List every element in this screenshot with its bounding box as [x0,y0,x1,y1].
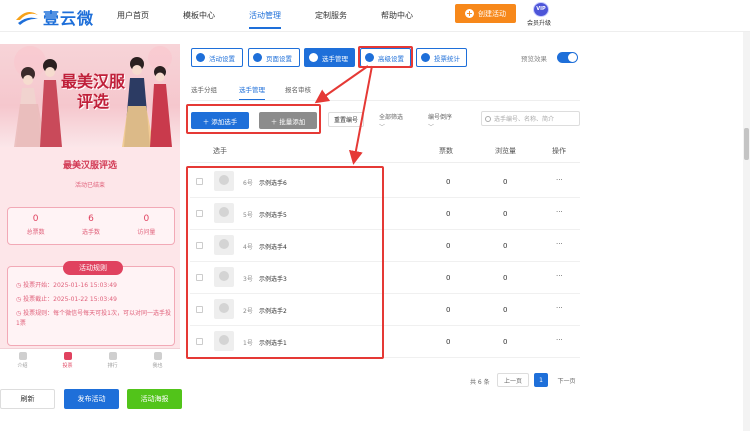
column-header-votes: 票数 [439,147,453,155]
top-navigation-bar: 壹云微 用户首页 模板中心 活动管理 定制服务 帮助中心 + 创建活动 VIP … [0,0,750,32]
more-actions-icon[interactable]: ··· [556,240,563,248]
users-icon [309,53,318,62]
tab-intro[interactable]: 介绍 [0,349,45,374]
tab-join[interactable]: 我也 [135,349,180,374]
join-icon [153,352,162,360]
stat-contestant-count: 6 选手数 [81,214,100,236]
page-settings-button[interactable]: 页面设置 [248,48,300,67]
activity-banner: 最美汉服评选 [0,44,180,147]
nav-template-center[interactable]: 模板中心 [183,10,215,21]
preview-tabbar: 介绍 投票 排行 我也 [0,348,180,374]
more-actions-icon[interactable]: ··· [556,336,563,344]
chart-icon [421,53,430,62]
activity-title: 最美汉服评选 [62,161,117,171]
order-select[interactable]: 编号倒序 ﹀ [428,112,452,131]
nav-activity-management[interactable]: 活动管理 [249,10,281,29]
page-scrollbar[interactable] [743,32,750,431]
contestant-views: 0 [503,242,508,250]
settings-icon [196,53,205,62]
brand-logo[interactable]: 壹云微 [14,5,94,29]
mobile-preview: 最美汉服评选 最美汉服评选 活动已结束 0 总票数 6 选手数 0 访问量 活动… [0,44,180,374]
chevron-down-icon: ﹀ [428,124,435,131]
subtab-divider [190,100,580,101]
filter-all-select[interactable]: 全部筛选 ﹀ [379,112,403,131]
rules-tag: 活动规则 [63,261,123,275]
subtab-registration-review[interactable]: 报名审核 [285,84,311,94]
contestant-views: 0 [503,306,508,314]
column-header-contestant: 选手 [213,147,227,155]
home-icon [18,352,27,360]
preview-effect-label: 预览效果 [521,55,547,63]
more-actions-icon[interactable]: ··· [556,304,563,312]
more-actions-icon[interactable]: ··· [556,176,563,184]
create-activity-label: 创建活动 [478,9,506,18]
pager-next-button[interactable]: 下一页 [553,373,580,387]
activity-rules: 活动规则 ◷ 投票开始：2025-01-16 15:03:49 ◷ 投票截止：2… [7,261,175,346]
activity-poster-button[interactable]: 活动海报 [127,389,182,409]
gear-icon [253,53,262,62]
stat-visits: 0 访问量 [137,214,156,236]
rule-vote-policy: ◷ 投票规则：每个微信号每天可投1次，可以对同一选手投1票 [16,310,171,327]
subtab-contestant-management[interactable]: 选手管理 [239,84,265,100]
annotation-box-add-buttons [186,104,321,134]
plus-icon: + [465,9,474,18]
contestant-votes: 0 [446,274,451,282]
search-icon [485,115,491,122]
table-header-divider [190,162,580,163]
refresh-button[interactable]: 刷新 [0,389,55,409]
stat-total-votes: 0 总票数 [26,214,45,236]
annotation-box-contestant-list [186,166,384,359]
vote-icon [63,352,72,360]
tab-ranking[interactable]: 排行 [90,349,135,374]
contestant-votes: 0 [446,210,451,218]
nav-custom-service[interactable]: 定制服务 [315,10,347,21]
pager-prev-button[interactable]: 上一页 [497,373,529,387]
contestant-votes: 0 [446,338,451,346]
chevron-down-icon: ﹀ [379,124,386,131]
vip-badge-icon[interactable]: VIP [533,2,549,17]
preview-effect-toggle[interactable] [557,52,578,63]
tab-vote[interactable]: 投票 [45,349,90,374]
rule-vote-start: ◷ 投票开始：2025-01-16 15:03:49 [16,282,117,289]
subtab-contestant-groups[interactable]: 选手分组 [191,84,217,94]
contestant-views: 0 [503,178,508,186]
contestant-votes: 0 [446,242,451,250]
logo-text: 壹云微 [43,9,95,28]
pager-page-button[interactable]: 1 [534,373,548,387]
nav-user-home[interactable]: 用户首页 [117,10,149,21]
ranking-icon [108,352,117,360]
column-header-views: 浏览量 [495,147,516,155]
more-actions-icon[interactable]: ··· [556,272,563,280]
nav-help-center[interactable]: 帮助中心 [381,10,413,21]
contestant-views: 0 [503,274,508,282]
more-actions-icon[interactable]: ··· [556,208,563,216]
pager-total: 共 6 条 [470,379,490,386]
contestant-votes: 0 [446,306,451,314]
annotation-box-advanced-settings [358,46,413,68]
search-input[interactable]: 选手编号、名称、简介 [481,111,580,126]
scrollbar-thumb[interactable] [744,128,749,160]
activity-stats: 0 总票数 6 选手数 0 访问量 [7,207,175,245]
logo-icon [16,11,38,25]
banner-title: 最美汉服评选 [60,72,125,111]
contestant-votes: 0 [446,178,451,186]
rule-vote-end: ◷ 投票截止：2025-01-22 15:03:49 [16,296,117,303]
publish-activity-button[interactable]: 发布活动 [64,389,119,409]
contestant-management-button[interactable]: 选手管理 [304,48,355,67]
vip-upgrade-link[interactable]: 会员升级 [527,18,551,27]
activity-status: 活动已结束 [74,182,105,189]
vote-statistics-button[interactable]: 投票统计 [416,48,467,67]
column-header-operations: 操作 [552,147,566,155]
reset-number-button[interactable]: 重置编号 [328,112,364,127]
contestant-views: 0 [503,338,508,346]
contestant-views: 0 [503,210,508,218]
activity-settings-button[interactable]: 活动设置 [191,48,243,67]
create-activity-button[interactable]: + 创建活动 [455,4,516,23]
